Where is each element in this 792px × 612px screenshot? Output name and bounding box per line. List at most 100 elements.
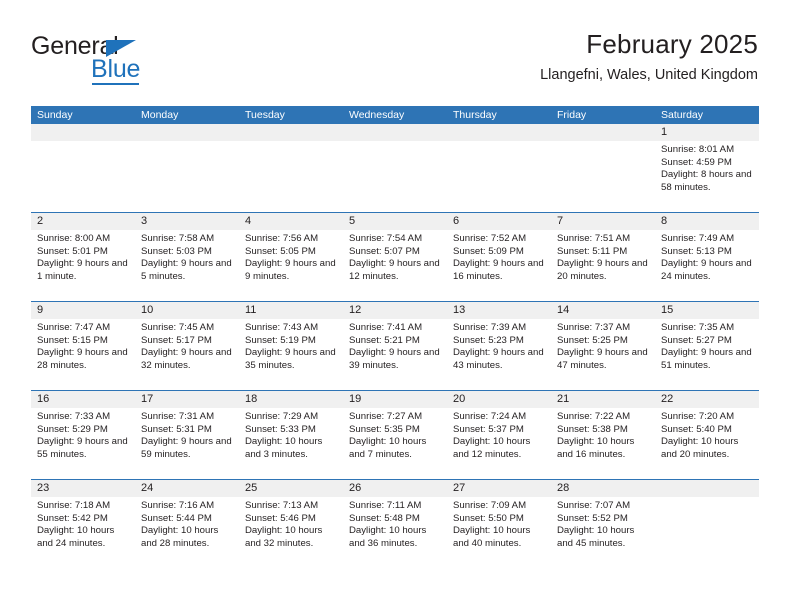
- sunrise-text: Sunrise: 7:37 AM: [557, 322, 631, 333]
- day-cell[interactable]: 18 Sunrise: 7:29 AM Sunset: 5:33 PM Dayligh…: [239, 391, 343, 479]
- day-sun-info: Sunrise: 7:29 AM Sunset: 5:33 PM Daylight:…: [239, 408, 343, 461]
- day-number: [551, 124, 655, 141]
- week-row: 1 Sunrise: 8:01 AM Sunset: 4:59 PM Daylight…: [31, 124, 759, 213]
- weekday-header-sunday: Sunday: [37, 109, 73, 121]
- calendar-page: General Blue February 2025 Llangefni, Wa…: [0, 0, 792, 612]
- day-number: [31, 124, 135, 141]
- daylight-text: Daylight: 10 hours and 32 minutes.: [245, 525, 323, 549]
- day-cell[interactable]: 3 Sunrise: 7:58 AM Sunset: 5:03 PM Daylight…: [135, 213, 239, 301]
- general-blue-logo[interactable]: General Blue: [31, 33, 291, 95]
- day-cell[interactable]: 14 Sunrise: 7:37 AM Sunset: 5:25 PM Dayligh…: [551, 302, 655, 390]
- weeks-container: 1 Sunrise: 8:01 AM Sunset: 4:59 PM Daylight…: [31, 124, 759, 569]
- day-sun-info: Sunrise: 7:58 AM Sunset: 5:03 PM Daylight:…: [135, 230, 239, 283]
- day-cell[interactable]: 10 Sunrise: 7:45 AM Sunset: 5:17 PM Dayligh…: [135, 302, 239, 390]
- day-number: 10: [135, 302, 239, 319]
- daylight-text: Daylight: 10 hours and 7 minutes.: [349, 436, 427, 460]
- day-sun-info: Sunrise: 7:45 AM Sunset: 5:17 PM Daylight:…: [135, 319, 239, 372]
- day-cell[interactable]: 27 Sunrise: 7:09 AM Sunset: 5:50 PM Dayligh…: [447, 480, 551, 569]
- day-cell[interactable]: 23 Sunrise: 7:18 AM Sunset: 5:42 PM Dayligh…: [31, 480, 135, 569]
- title-block: February 2025 Llangefni, Wales, United K…: [540, 28, 758, 86]
- daylight-text: Daylight: 9 hours and 59 minutes.: [141, 436, 232, 460]
- daylight-text: Daylight: 8 hours and 58 minutes.: [661, 169, 752, 193]
- sunset-text: Sunset: 5:05 PM: [245, 245, 316, 257]
- day-number: 8: [655, 213, 759, 230]
- day-cell[interactable]: 15 Sunrise: 7:35 AM Sunset: 5:27 PM Dayligh…: [655, 302, 759, 390]
- week-row: 2 Sunrise: 8:00 AM Sunset: 5:01 PM Daylight…: [31, 213, 759, 302]
- daylight-text: Daylight: 9 hours and 51 minutes.: [661, 347, 752, 371]
- day-cell[interactable]: 5 Sunrise: 7:54 AM Sunset: 5:07 PM Daylight…: [343, 213, 447, 301]
- sunset-text: Sunset: 5:19 PM: [245, 334, 316, 346]
- day-cell[interactable]: 26 Sunrise: 7:11 AM Sunset: 5:48 PM Dayligh…: [343, 480, 447, 569]
- sunrise-text: Sunrise: 7:16 AM: [141, 500, 215, 511]
- sunrise-text: Sunrise: 7:41 AM: [349, 322, 423, 333]
- day-cell[interactable]: 11 Sunrise: 7:43 AM Sunset: 5:19 PM Dayligh…: [239, 302, 343, 390]
- sunset-text: Sunset: 4:59 PM: [661, 156, 732, 168]
- daylight-text: Daylight: 9 hours and 20 minutes.: [557, 258, 648, 282]
- logo-text-blue: Blue: [91, 55, 141, 83]
- day-cell[interactable]: 28 Sunrise: 7:07 AM Sunset: 5:52 PM Dayligh…: [551, 480, 655, 569]
- day-cell[interactable]: 20 Sunrise: 7:24 AM Sunset: 5:37 PM Dayligh…: [447, 391, 551, 479]
- day-number: 7: [551, 213, 655, 230]
- sunrise-text: Sunrise: 7:33 AM: [37, 411, 111, 422]
- day-cell[interactable]: 19 Sunrise: 7:27 AM Sunset: 5:35 PM Dayligh…: [343, 391, 447, 479]
- daylight-text: Daylight: 9 hours and 55 minutes.: [37, 436, 128, 460]
- sunrise-text: Sunrise: 7:45 AM: [141, 322, 215, 333]
- day-cell[interactable]: 7 Sunrise: 7:51 AM Sunset: 5:11 PM Daylight…: [551, 213, 655, 301]
- day-number: 22: [655, 391, 759, 408]
- day-number: [447, 124, 551, 141]
- day-sun-info: Sunrise: 7:31 AM Sunset: 5:31 PM Daylight:…: [135, 408, 239, 461]
- sunset-text: Sunset: 5:03 PM: [141, 245, 212, 257]
- day-cell[interactable]: 9 Sunrise: 7:47 AM Sunset: 5:15 PM Daylight…: [31, 302, 135, 390]
- day-cell[interactable]: 17 Sunrise: 7:31 AM Sunset: 5:31 PM Dayligh…: [135, 391, 239, 479]
- sunset-text: Sunset: 5:33 PM: [245, 423, 316, 435]
- sunrise-text: Sunrise: 7:09 AM: [453, 500, 527, 511]
- day-cell[interactable]: 22 Sunrise: 7:20 AM Sunset: 5:40 PM Dayligh…: [655, 391, 759, 479]
- sunrise-text: Sunrise: 7:11 AM: [349, 500, 422, 511]
- day-cell[interactable]: 1 Sunrise: 8:01 AM Sunset: 4:59 PM Daylight…: [655, 124, 759, 212]
- sunrise-text: Sunrise: 8:00 AM: [37, 233, 111, 244]
- day-number: [655, 480, 759, 497]
- day-cell-empty: [31, 124, 135, 212]
- sunset-text: Sunset: 5:35 PM: [349, 423, 420, 435]
- day-number: 25: [239, 480, 343, 497]
- sunset-text: Sunset: 5:27 PM: [661, 334, 732, 346]
- day-sun-info: Sunrise: 7:37 AM Sunset: 5:25 PM Daylight:…: [551, 319, 655, 372]
- day-number: [135, 124, 239, 141]
- daylight-text: Daylight: 10 hours and 20 minutes.: [661, 436, 739, 460]
- day-number: 15: [655, 302, 759, 319]
- day-cell[interactable]: 25 Sunrise: 7:13 AM Sunset: 5:46 PM Dayligh…: [239, 480, 343, 569]
- day-number: 18: [239, 391, 343, 408]
- sunrise-text: Sunrise: 7:35 AM: [661, 322, 735, 333]
- day-cell[interactable]: 13 Sunrise: 7:39 AM Sunset: 5:23 PM Dayligh…: [447, 302, 551, 390]
- logo-underline: [92, 83, 139, 85]
- day-cell[interactable]: 8 Sunrise: 7:49 AM Sunset: 5:13 PM Daylight…: [655, 213, 759, 301]
- daylight-text: Daylight: 10 hours and 45 minutes.: [557, 525, 635, 549]
- day-number: 26: [343, 480, 447, 497]
- daylight-text: Daylight: 10 hours and 24 minutes.: [37, 525, 115, 549]
- day-sun-info: Sunrise: 7:13 AM Sunset: 5:46 PM Daylight:…: [239, 497, 343, 550]
- sunrise-text: Sunrise: 7:43 AM: [245, 322, 319, 333]
- sunrise-text: Sunrise: 7:18 AM: [37, 500, 111, 511]
- day-number: 19: [343, 391, 447, 408]
- daylight-text: Daylight: 9 hours and 9 minutes.: [245, 258, 336, 282]
- day-number: 5: [343, 213, 447, 230]
- day-cell[interactable]: 4 Sunrise: 7:56 AM Sunset: 5:05 PM Daylight…: [239, 213, 343, 301]
- daylight-text: Daylight: 9 hours and 47 minutes.: [557, 347, 648, 371]
- daylight-text: Daylight: 10 hours and 16 minutes.: [557, 436, 635, 460]
- day-sun-info: Sunrise: 7:09 AM Sunset: 5:50 PM Daylight:…: [447, 497, 551, 550]
- day-cell[interactable]: 6 Sunrise: 7:52 AM Sunset: 5:09 PM Daylight…: [447, 213, 551, 301]
- day-cell[interactable]: 12 Sunrise: 7:41 AM Sunset: 5:21 PM Dayligh…: [343, 302, 447, 390]
- day-number: 27: [447, 480, 551, 497]
- day-sun-info: Sunrise: 8:00 AM Sunset: 5:01 PM Daylight:…: [31, 230, 135, 283]
- day-number: 17: [135, 391, 239, 408]
- sunrise-text: Sunrise: 7:20 AM: [661, 411, 735, 422]
- day-cell[interactable]: 2 Sunrise: 8:00 AM Sunset: 5:01 PM Daylight…: [31, 213, 135, 301]
- day-cell-empty: [551, 124, 655, 212]
- day-cell[interactable]: 21 Sunrise: 7:22 AM Sunset: 5:38 PM Dayligh…: [551, 391, 655, 479]
- day-cell[interactable]: 24 Sunrise: 7:16 AM Sunset: 5:44 PM Dayligh…: [135, 480, 239, 569]
- day-cell-empty: [655, 480, 759, 569]
- daylight-text: Daylight: 9 hours and 12 minutes.: [349, 258, 440, 282]
- sunrise-text: Sunrise: 7:13 AM: [245, 500, 319, 511]
- day-cell[interactable]: 16 Sunrise: 7:33 AM Sunset: 5:29 PM Dayligh…: [31, 391, 135, 479]
- daylight-text: Daylight: 10 hours and 40 minutes.: [453, 525, 531, 549]
